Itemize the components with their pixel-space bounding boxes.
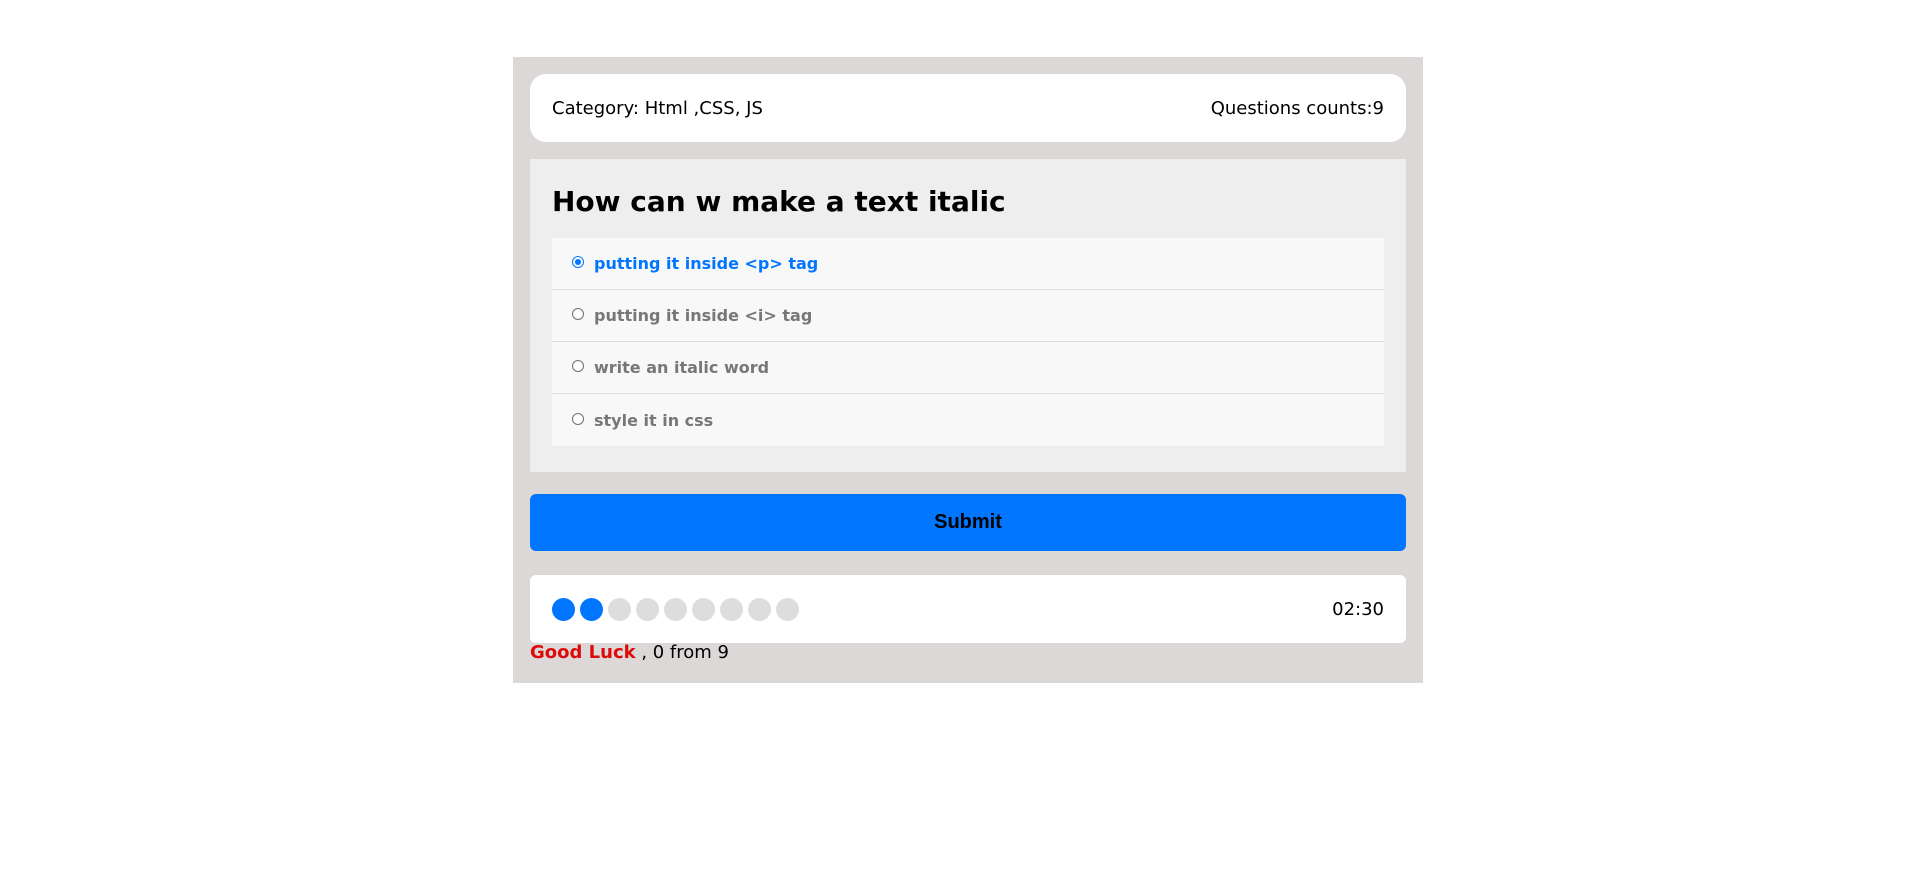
progress-bullet (776, 597, 799, 621)
answer-option[interactable]: write an italic word (552, 342, 1384, 394)
progress-bullet (720, 597, 743, 621)
results-text: Good Luck , 0 from 9 (530, 642, 729, 663)
answer-option[interactable]: putting it inside <p> tag (552, 238, 1384, 290)
results-score: , 0 from 9 (635, 642, 729, 663)
answer-option[interactable]: style it in css (552, 394, 1384, 446)
questions-count-info: Questions counts:9 (1211, 98, 1384, 119)
progress-bullet (664, 597, 687, 621)
radio-button[interactable] (572, 360, 584, 372)
category-label: Category: (552, 97, 645, 119)
answer-label: putting it inside <i> tag (594, 306, 813, 325)
submit-button[interactable]: Submit (530, 494, 1406, 551)
questions-count-value: 9 (1372, 97, 1384, 119)
quiz-info-bar: Category: Html ,CSS, JS Questions counts… (530, 74, 1406, 142)
radio-button[interactable] (572, 308, 584, 320)
countdown-timer: 02:30 (1332, 598, 1384, 620)
radio-button[interactable] (572, 256, 584, 268)
progress-bullet (692, 597, 715, 621)
results-status: Good Luck (530, 642, 636, 663)
quiz-app: Category: Html ,CSS, JS Questions counts… (513, 57, 1423, 683)
answer-option[interactable]: putting it inside <i> tag (552, 290, 1384, 342)
answer-label: write an italic word (594, 358, 770, 377)
progress-bar: 02:30 (530, 575, 1406, 643)
progress-bullet (580, 597, 603, 621)
progress-bullet (552, 597, 575, 621)
radio-button[interactable] (572, 412, 584, 425)
progress-bullet (748, 597, 771, 621)
progress-bullet (636, 597, 659, 621)
category-value: Html ,CSS, JS (644, 97, 763, 119)
progress-bullet (608, 597, 631, 621)
quiz-area: How can w make a text italic putting it … (530, 159, 1406, 472)
answer-label: putting it inside <p> tag (594, 254, 819, 273)
answers-list: putting it inside <p> tag putting it ins… (552, 238, 1384, 446)
question-title: How can w make a text italic (552, 185, 1006, 218)
progress-bullets (552, 597, 799, 621)
category-info: Category: Html ,CSS, JS (552, 98, 763, 119)
answer-label: style it in css (594, 410, 714, 430)
questions-count-label: Questions counts: (1210, 97, 1373, 119)
